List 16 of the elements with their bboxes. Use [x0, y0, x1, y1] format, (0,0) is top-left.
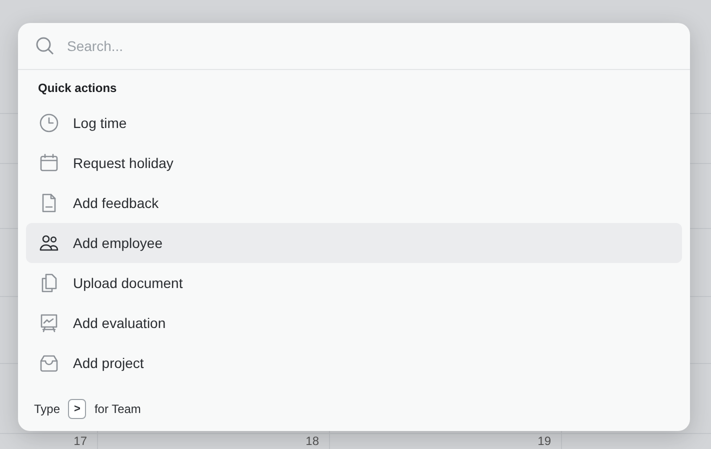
- action-item[interactable]: Add project: [26, 343, 682, 383]
- action-item[interactable]: Add feedback: [26, 183, 682, 223]
- calendar-icon: [38, 152, 60, 174]
- clock-icon: [38, 112, 60, 134]
- presentation-icon: [38, 312, 60, 334]
- hint-text: Type: [34, 401, 60, 418]
- action-item[interactable]: Add evaluation: [26, 303, 682, 343]
- section-title: Quick actions: [37, 80, 118, 97]
- action-item[interactable]: Log time: [26, 103, 682, 143]
- hint-text: for Team: [94, 401, 141, 418]
- key-hint: >: [68, 399, 86, 419]
- action-item[interactable]: Upload document: [26, 263, 682, 303]
- search-field[interactable]: Search...: [65, 34, 674, 58]
- search-icon: [34, 35, 56, 57]
- action-item[interactable]: Request holiday: [26, 143, 682, 183]
- action-item[interactable]: Add employee: [26, 223, 682, 263]
